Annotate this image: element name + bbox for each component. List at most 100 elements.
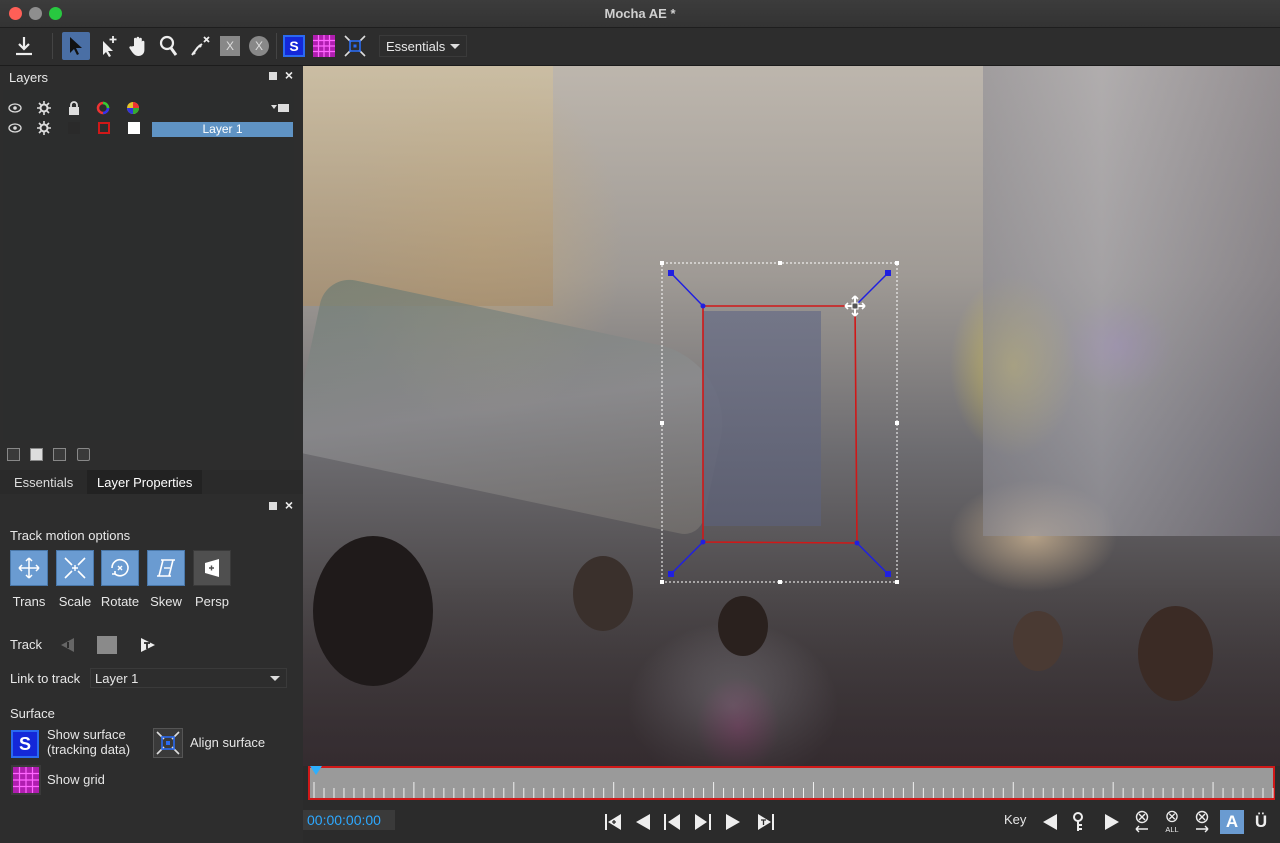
- play-forward-icon[interactable]: [721, 810, 745, 834]
- clip-viewer[interactable]: [303, 66, 1280, 766]
- step-forward-icon[interactable]: [691, 810, 715, 834]
- show-surface-button[interactable]: S: [11, 730, 39, 758]
- layer-row[interactable]: Layer 1: [3, 120, 294, 140]
- track-motion-title: Track motion options: [10, 528, 131, 543]
- gear-icon[interactable]: [36, 100, 52, 116]
- timecode-display[interactable]: 00:00:00:00: [303, 810, 395, 830]
- color-ring-icon[interactable]: [95, 100, 111, 116]
- chevron-down-icon: [450, 44, 460, 49]
- add-point-icon[interactable]: [95, 32, 123, 60]
- align-surface-button[interactable]: [153, 728, 183, 758]
- layers-scrollbar[interactable]: [294, 90, 301, 440]
- chevron-down-icon: [270, 676, 280, 681]
- main-toolbar: X X S Essentials: [0, 28, 1280, 66]
- timeline-ticks: [313, 782, 1274, 798]
- next-key-icon[interactable]: [1100, 810, 1124, 834]
- matte-color-swatch[interactable]: [126, 120, 142, 136]
- tracking-data-text: (tracking data): [47, 742, 131, 757]
- clip-x-round-icon[interactable]: X: [245, 32, 273, 60]
- color-wheel-icon[interactable]: [125, 100, 141, 116]
- new-folder-icon[interactable]: [7, 448, 20, 461]
- zoom-icon[interactable]: [154, 32, 182, 60]
- scale-button[interactable]: [56, 550, 94, 586]
- hand-icon[interactable]: [124, 32, 152, 60]
- link-to-track-label: Link to track: [10, 671, 81, 686]
- lock-toggle[interactable]: [66, 120, 82, 136]
- visibility-icon[interactable]: [7, 100, 23, 116]
- properties-tabs: Essentials Layer Properties: [0, 470, 303, 494]
- delete-all-keys-icon[interactable]: ALL: [1160, 810, 1184, 834]
- bbox-handle: [778, 261, 782, 265]
- close-panel-icon[interactable]: ×: [285, 67, 293, 83]
- layers-panel-title: Layers: [9, 70, 49, 85]
- track-forward-icon[interactable]: [138, 635, 158, 658]
- bbox-handle: [895, 421, 899, 425]
- layer-color-swatch[interactable]: [96, 120, 112, 136]
- show-surface-label: Show surface (tracking data): [47, 727, 130, 757]
- visibility-icon[interactable]: [7, 120, 23, 136]
- go-to-start-icon[interactable]: [601, 810, 625, 834]
- align-surface-icon[interactable]: [341, 32, 369, 60]
- skew-button[interactable]: [147, 550, 185, 586]
- close-panel-icon[interactable]: ×: [285, 497, 293, 513]
- properties-panel-header: ×: [0, 496, 303, 518]
- all-label: ALL: [1165, 825, 1178, 834]
- play-backward-icon[interactable]: [631, 810, 655, 834]
- show-grid-label: Show grid: [47, 772, 105, 787]
- layer-options-icon[interactable]: [269, 100, 291, 116]
- trans-button[interactable]: [10, 550, 48, 586]
- surface-bounding-box: [661, 262, 898, 583]
- rotate-button[interactable]: [101, 550, 139, 586]
- track-label: Track: [10, 637, 43, 652]
- left-panel: Layers × Layer 1 Essentials Layer Proper…: [0, 66, 303, 843]
- bbox-handle: [895, 261, 899, 265]
- tab-essentials[interactable]: Essentials: [4, 470, 83, 494]
- select-icon[interactable]: [62, 32, 90, 60]
- float-panel-icon[interactable]: [269, 502, 277, 510]
- step-backward-icon[interactable]: [660, 810, 684, 834]
- duplicate-layer-icon[interactable]: [53, 448, 66, 461]
- delete-key-forward-icon[interactable]: [1190, 810, 1214, 834]
- link-to-track-select[interactable]: Layer 1: [90, 668, 287, 688]
- surface-icon[interactable]: S: [280, 32, 308, 60]
- surface-corner: [885, 571, 891, 577]
- grid-icon[interactable]: [310, 32, 338, 60]
- delete-point-icon[interactable]: [186, 32, 214, 60]
- clip-x-icon[interactable]: X: [216, 32, 244, 60]
- delete-key-backward-icon[interactable]: [1130, 810, 1154, 834]
- bbox-handle: [660, 421, 664, 425]
- playback-controls: 00:00:00:00 Key ALL A Ü: [303, 804, 1280, 843]
- export-icon[interactable]: [10, 32, 38, 60]
- go-to-end-icon[interactable]: [754, 810, 778, 834]
- tab-layer-properties[interactable]: Layer Properties: [87, 470, 203, 494]
- timeline[interactable]: [303, 766, 1280, 804]
- gear-icon[interactable]: [36, 120, 52, 136]
- playhead-marker[interactable]: [310, 766, 322, 775]
- bbox-handle: [660, 261, 664, 265]
- layer-name[interactable]: Layer 1: [152, 122, 293, 137]
- show-grid-button[interactable]: [11, 765, 41, 795]
- trash-icon[interactable]: [77, 448, 90, 461]
- previous-key-icon[interactable]: [1038, 810, 1062, 834]
- add-key-icon[interactable]: [1069, 810, 1093, 834]
- timeline-bar[interactable]: [308, 766, 1275, 800]
- surface-corner: [668, 270, 674, 276]
- persp-label: Persp: [195, 594, 229, 609]
- trans-label: Trans: [12, 594, 46, 609]
- scale-label: Scale: [58, 594, 92, 609]
- lock-icon[interactable]: [66, 100, 82, 116]
- layers-toolbar: [0, 440, 303, 468]
- window-title: Mocha AE *: [604, 6, 676, 21]
- surface-corner: [668, 571, 674, 577]
- auto-key-button[interactable]: A: [1220, 810, 1244, 834]
- track-backward-icon[interactable]: [58, 635, 78, 658]
- update-keys-button[interactable]: Ü: [1249, 810, 1273, 834]
- show-surface-text: Show surface: [47, 727, 126, 742]
- persp-button[interactable]: [193, 550, 231, 586]
- bbox-handle: [895, 580, 899, 584]
- float-panel-icon[interactable]: [269, 72, 277, 80]
- new-layer-icon[interactable]: [30, 448, 43, 461]
- workspace-select[interactable]: Essentials: [379, 35, 467, 57]
- key-label: Key: [1004, 812, 1027, 827]
- stop-tracking-button[interactable]: [97, 636, 117, 654]
